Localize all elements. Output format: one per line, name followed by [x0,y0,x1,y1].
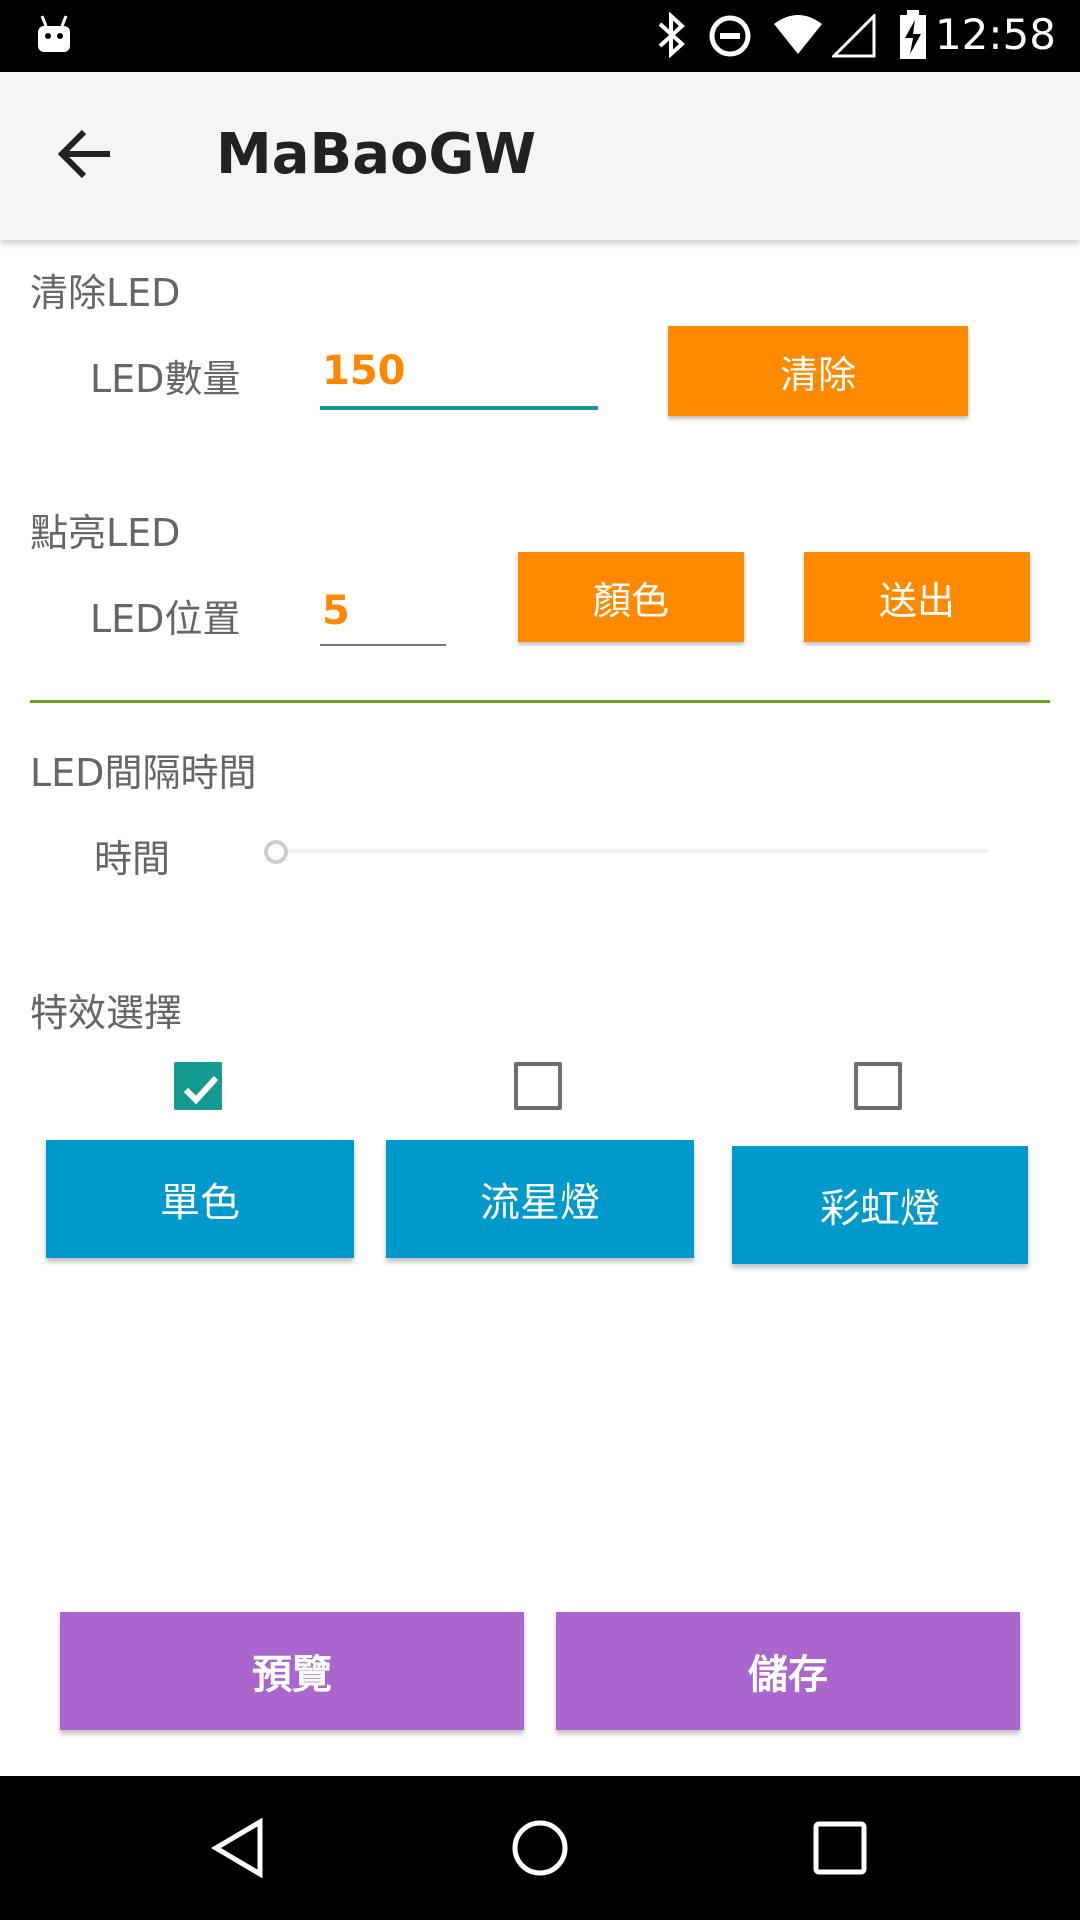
section-divider [30,700,1050,703]
clear-button[interactable]: 清除 [668,326,968,416]
time-slider-track[interactable] [280,849,988,853]
led-position-label: LED位置 [90,597,241,641]
led-position-input-underline [320,644,446,646]
light-led-section-label: 點亮LED [30,511,181,555]
arrow-back-icon[interactable] [56,122,120,186]
interval-section-label: LED間隔時間 [30,751,257,795]
send-button[interactable]: 送出 [804,552,1030,642]
rainbow-button[interactable]: 彩虹燈 [732,1146,1028,1264]
do-not-disturb-icon [708,14,752,62]
preview-button[interactable]: 預覽 [60,1612,524,1730]
save-button[interactable]: 儲存 [556,1612,1020,1730]
bluetooth-icon [656,11,688,62]
battery-charging-icon [898,10,928,64]
app-title: MaBaoGW [216,122,537,187]
led-count-input[interactable]: 150 [322,348,406,394]
effect-single-color-checkbox[interactable] [174,1062,222,1110]
effect-meteor-checkbox[interactable] [514,1062,562,1110]
wifi-icon [772,14,824,60]
status-bar: 12:58 [0,0,1080,72]
nav-recents-icon[interactable] [810,1818,870,1882]
effects-section-label: 特效選擇 [30,991,183,1035]
meteor-button[interactable]: 流星燈 [386,1140,694,1258]
android-icon [34,14,74,58]
navigation-bar [0,1776,1080,1920]
color-button[interactable]: 顏色 [518,552,744,642]
nav-home-icon[interactable] [510,1818,570,1882]
checkmark-icon [183,1075,219,1105]
time-slider-thumb[interactable] [264,840,288,864]
effect-rainbow-checkbox[interactable] [854,1062,902,1110]
led-count-label: LED數量 [90,357,241,401]
clear-led-section-label: 清除LED [30,271,181,315]
led-count-input-underline [320,406,598,410]
signal-icon [830,12,876,62]
single-color-button[interactable]: 單色 [46,1140,354,1258]
time-label: 時間 [94,837,171,881]
status-time: 12:58 [934,10,1056,59]
app-bar: MaBaoGW [0,72,1080,240]
led-position-input[interactable]: 5 [322,588,350,634]
nav-back-icon[interactable] [210,1817,270,1882]
